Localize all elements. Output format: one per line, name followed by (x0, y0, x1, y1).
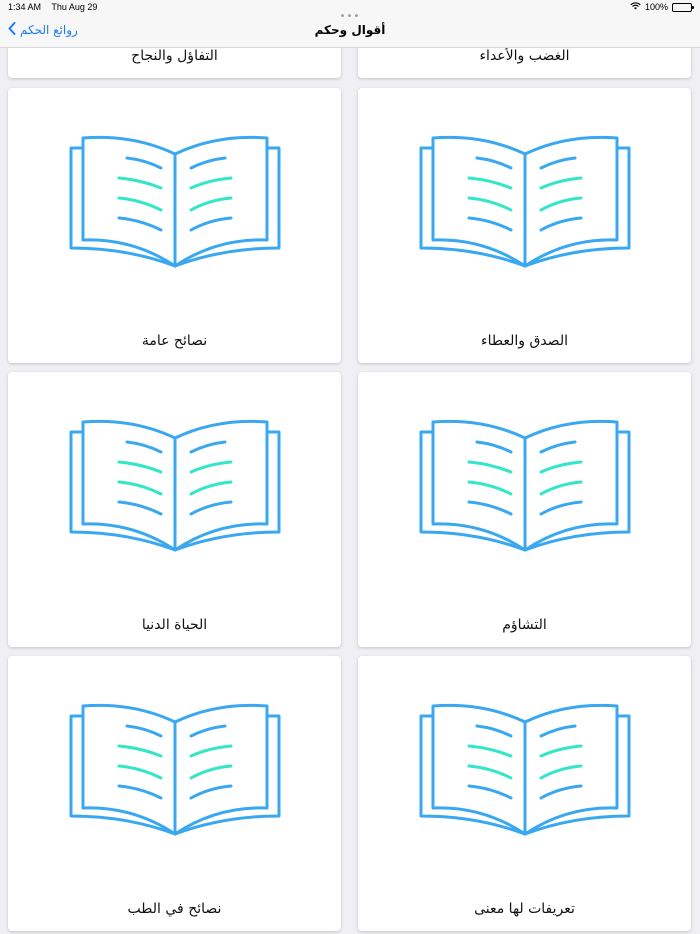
battery-percent: 100% (644, 2, 668, 12)
category-card-anger-enemies[interactable]: الغضب والأعداء (358, 48, 691, 78)
category-card-optimism-success[interactable]: التفاؤل والنجاح (8, 48, 341, 78)
category-card-meaningful-definitions[interactable]: تعريفات لها معنى (358, 656, 691, 931)
open-book-icon (69, 703, 280, 836)
status-right: 100% (630, 2, 694, 12)
card-label: الغضب والأعداء (479, 48, 570, 64)
status-left: 1:34 AM Thu Aug 29 (8, 2, 105, 12)
category-card-worldly-life[interactable]: الحياة الدنيا (8, 372, 341, 647)
page-title: أقوال وحكم (314, 23, 386, 37)
category-card-honesty-giving[interactable]: الصدق والعطاء (358, 88, 691, 363)
navigation-bar: ••• روائع الحكم أقوال وحكم (0, 12, 700, 48)
card-label: الصدق والعطاء (481, 333, 568, 349)
card-label: التشاؤم (502, 617, 547, 633)
card-label: نصائح عامة (141, 333, 208, 349)
card-label: نصائح في الطب (127, 901, 222, 917)
open-book-icon (69, 419, 280, 552)
open-book-icon (69, 135, 280, 268)
card-label: تعريفات لها معنى (474, 901, 575, 917)
open-book-icon (419, 135, 630, 268)
card-label: الحياة الدنيا (141, 617, 208, 633)
category-card-pessimism[interactable]: التشاؤم (358, 372, 691, 647)
status-time: 1:34 AM (8, 2, 42, 12)
card-label: التفاؤل والنجاح (131, 48, 218, 64)
battery-icon (672, 2, 694, 12)
open-book-icon (419, 419, 630, 552)
status-date: Thu Aug 29 (51, 2, 98, 12)
multitasking-dots-icon[interactable]: ••• (0, 12, 700, 22)
wifi-icon (630, 2, 641, 12)
category-card-medical-advice[interactable]: نصائح في الطب (8, 656, 341, 931)
open-book-icon (419, 703, 630, 836)
category-card-general-advice[interactable]: نصائح عامة (8, 88, 341, 363)
category-grid[interactable]: الغضب والأعداء التفاؤل والنجاح الصدق وال… (0, 48, 700, 934)
